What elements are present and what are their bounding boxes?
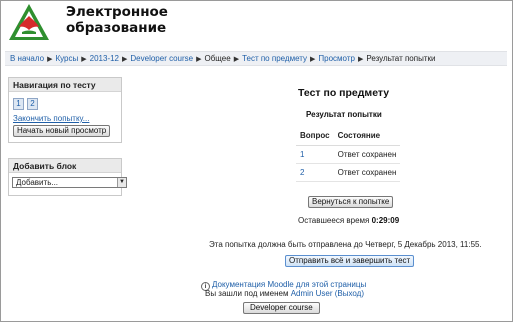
moodle-docs-link[interactable]: Документация Moodle для этой страницы	[212, 280, 366, 289]
add-block-select-value: Добавить...	[16, 178, 59, 187]
breadcrumb-separator-icon: ▶	[233, 56, 240, 63]
return-to-attempt-button[interactable]: Вернуться к попытке	[308, 196, 394, 208]
add-block-block: Добавить блок Добавить... ▼	[8, 158, 127, 196]
quiz-navigation-title: Навигация по тесту	[9, 78, 121, 92]
login-info: Вы зашли под именем Admin User (Выход)	[205, 289, 364, 298]
table-row: 1 Ответ сохранен	[296, 145, 401, 164]
time-left-label: Оставшееся время	[298, 216, 370, 225]
breadcrumb-separator-icon: ▶	[310, 56, 316, 63]
question-state: Ответ сохранен	[333, 163, 401, 182]
question-nav-button-2[interactable]: 2	[27, 98, 38, 110]
table-row: 2 Ответ сохранен	[296, 163, 401, 182]
quiz-navigation-block: Навигация по тесту 1 2 Закончить попытку…	[8, 77, 122, 143]
attempt-summary-table: Вопрос Состояние 1 Ответ сохранен 2 Отве…	[296, 127, 401, 182]
deadline-text: Эта попытка должна быть отправлена до Че…	[209, 240, 482, 249]
question-state: Ответ сохранен	[333, 145, 401, 164]
breadcrumb-separator-icon: ▶	[122, 56, 128, 63]
column-header-state: Состояние	[333, 127, 401, 146]
breadcrumb-preview[interactable]: Просмотр	[318, 54, 355, 63]
site-title-line2: образование	[66, 20, 167, 36]
quiz-title: Тест по предмету	[298, 87, 390, 99]
question-number-link[interactable]: 2	[296, 163, 334, 182]
finish-attempt-link[interactable]: Закончить попытку...	[13, 114, 117, 123]
breadcrumb-separator-icon: ▶	[81, 56, 87, 63]
logged-in-as-label: Вы зашли под именем	[205, 289, 289, 298]
site-title-line1: Электронное	[66, 4, 168, 20]
question-number-link[interactable]: 1	[296, 145, 334, 164]
breadcrumb-category[interactable]: 2013-12	[90, 54, 119, 63]
time-left-value: 0:29:09	[371, 216, 400, 225]
start-new-preview-button[interactable]: Начать новый просмотр	[13, 125, 111, 137]
add-block-title: Добавить блок	[9, 159, 121, 173]
breadcrumb-quiz[interactable]: Тест по предмету	[242, 54, 307, 63]
chevron-down-icon: ▼	[117, 178, 126, 187]
logout-link[interactable]: (Выход)	[335, 289, 364, 298]
breadcrumb-separator-icon: ▶	[196, 56, 202, 63]
breadcrumb-home[interactable]: В начало	[10, 54, 44, 63]
question-nav-button-1[interactable]: 1	[13, 98, 24, 110]
breadcrumb-separator-icon: ▶	[357, 56, 364, 63]
add-block-select[interactable]: Добавить... ▼	[12, 177, 127, 188]
time-left: Оставшееся время 0:29:09	[298, 216, 399, 225]
breadcrumb: В начало ▶ Курсы ▶ 2013-12 ▶ Developer course ▶…	[5, 51, 507, 66]
attempt-summary-title: Результат попытки	[306, 110, 382, 119]
site-title: Электронное образование	[66, 4, 168, 36]
table-header-row: Вопрос Состояние	[296, 127, 401, 146]
breadcrumb-current: Результат попытки	[366, 54, 436, 63]
logo-icon	[9, 4, 49, 40]
user-profile-link[interactable]: Admin User	[291, 289, 333, 298]
breadcrumb-section: Общее	[204, 54, 231, 63]
submit-all-and-finish-button[interactable]: Отправить всё и завершить тест	[285, 255, 415, 267]
breadcrumb-course[interactable]: Developer course	[130, 54, 193, 63]
breadcrumb-separator-icon: ▶	[47, 56, 53, 63]
course-home-button[interactable]: Developer course	[243, 302, 320, 314]
breadcrumb-courses[interactable]: Курсы	[55, 54, 78, 63]
column-header-question: Вопрос	[296, 127, 334, 146]
